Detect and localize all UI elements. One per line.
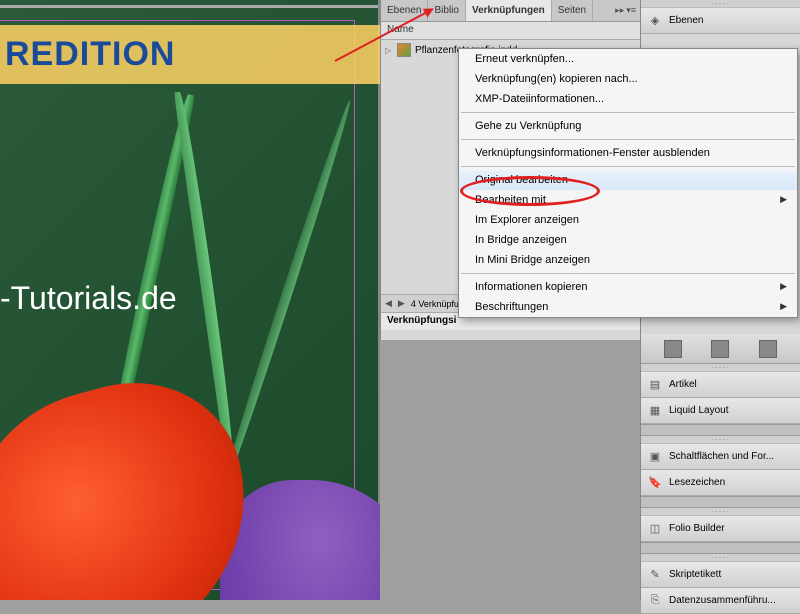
dock-handle[interactable] <box>641 0 800 8</box>
tab-seiten[interactable]: Seiten <box>552 0 593 21</box>
dock-ebenen[interactable]: ◈ Ebenen <box>641 8 800 34</box>
dock-liquid-layout[interactable]: ▦ Liquid Layout <box>641 398 800 424</box>
nav-prev-icon[interactable]: ◀ <box>385 298 392 309</box>
menu-show-minibridge[interactable]: In Mini Bridge anzeigen <box>459 250 797 270</box>
menu-hide-linkinfo[interactable]: Verknüpfungsinformationen-Fenster ausble… <box>459 143 797 163</box>
dock-label: Artikel <box>669 379 697 390</box>
menu-separator <box>461 112 795 113</box>
dock-bookmarks[interactable]: 🔖 Lesezeichen <box>641 470 800 496</box>
menu-separator <box>461 273 795 274</box>
dock-tool-icon[interactable] <box>711 340 729 358</box>
banner-title-text: REDITION <box>5 35 175 73</box>
dock-label: Liquid Layout <box>669 405 729 416</box>
dock-tool-icon[interactable] <box>759 340 777 358</box>
dock-handle[interactable] <box>641 364 800 372</box>
menu-separator <box>461 166 795 167</box>
panel-collapse-icon[interactable]: ▸▸ <box>615 5 624 16</box>
dock-data-merge[interactable]: ⎘ Datenzusammenführu... <box>641 588 800 614</box>
dock-label: Skriptetikett <box>669 569 721 580</box>
tab-biblio[interactable]: Biblio <box>428 0 465 21</box>
column-header-name[interactable]: Name <box>381 22 640 40</box>
dock-label: Schaltflächen und For... <box>669 451 774 462</box>
article-icon: ▤ <box>647 378 663 392</box>
dock-label: Ebenen <box>669 15 703 26</box>
dock-handle[interactable] <box>641 508 800 516</box>
menu-edit-with[interactable]: Bearbeiten mit▶ <box>459 190 797 210</box>
menu-edit-original[interactable]: Original bearbeiten <box>459 170 797 190</box>
dock-handle[interactable] <box>641 554 800 562</box>
folio-icon: ◫ <box>647 522 663 536</box>
menu-xmp-info[interactable]: XMP-Dateiinformationen... <box>459 89 797 109</box>
submenu-arrow-icon: ▶ <box>780 301 787 312</box>
document-canvas[interactable]: REDITION -Tutorials.de <box>0 0 380 600</box>
script-icon: ✎ <box>647 568 663 582</box>
link-thumbnail-icon <box>397 43 411 57</box>
panel-controls: ▸▸ ▾≡ <box>615 5 640 16</box>
context-menu: Erneut verknüpfen... Verknüpfung(en) kop… <box>458 48 798 318</box>
dock-label: Lesezeichen <box>669 477 725 488</box>
menu-show-explorer[interactable]: Im Explorer anzeigen <box>459 210 797 230</box>
bookmark-icon: 🔖 <box>647 476 663 490</box>
menu-copy-info[interactable]: Informationen kopieren▶ <box>459 277 797 297</box>
tutorial-text: -Tutorials.de <box>0 280 177 317</box>
layers-icon: ◈ <box>647 14 663 28</box>
menu-captions[interactable]: Beschriftungen▶ <box>459 297 797 317</box>
menu-copy-links[interactable]: Verknüpfung(en) kopieren nach... <box>459 69 797 89</box>
panel-tabs: Ebenen Biblio Verknüpfungen Seiten ▸▸ ▾≡ <box>381 0 640 22</box>
expand-icon[interactable]: ▷ <box>385 46 393 55</box>
menu-relink[interactable]: Erneut verknüpfen... <box>459 49 797 69</box>
liquid-layout-icon: ▦ <box>647 404 663 418</box>
dock-handle[interactable] <box>641 436 800 444</box>
dock-buttons-forms[interactable]: ▣ Schaltflächen und For... <box>641 444 800 470</box>
image-content <box>220 480 380 600</box>
submenu-arrow-icon: ▶ <box>780 281 787 292</box>
menu-goto-link[interactable]: Gehe zu Verknüpfung <box>459 116 797 136</box>
dock-artikel[interactable]: ▤ Artikel <box>641 372 800 398</box>
dock-tool-icon[interactable] <box>664 340 682 358</box>
tab-verknupfungen[interactable]: Verknüpfungen <box>466 0 552 21</box>
dock-label: Datenzusammenführu... <box>669 595 776 606</box>
dock-folio-builder[interactable]: ◫ Folio Builder <box>641 516 800 542</box>
buttons-icon: ▣ <box>647 450 663 464</box>
nav-next-icon[interactable]: ▶ <box>398 298 405 309</box>
dock-label: Folio Builder <box>669 523 725 534</box>
menu-show-bridge[interactable]: In Bridge anzeigen <box>459 230 797 250</box>
dock-icon-row <box>641 334 800 364</box>
links-count: 4 Verknüpfun <box>411 299 464 309</box>
tab-ebenen[interactable]: Ebenen <box>381 0 428 21</box>
submenu-arrow-icon: ▶ <box>780 194 787 205</box>
data-merge-icon: ⎘ <box>647 594 663 608</box>
menu-separator <box>461 139 795 140</box>
banner-title: REDITION <box>0 25 380 84</box>
dock-script-label[interactable]: ✎ Skriptetikett <box>641 562 800 588</box>
panel-menu-icon[interactable]: ▾≡ <box>626 5 636 16</box>
